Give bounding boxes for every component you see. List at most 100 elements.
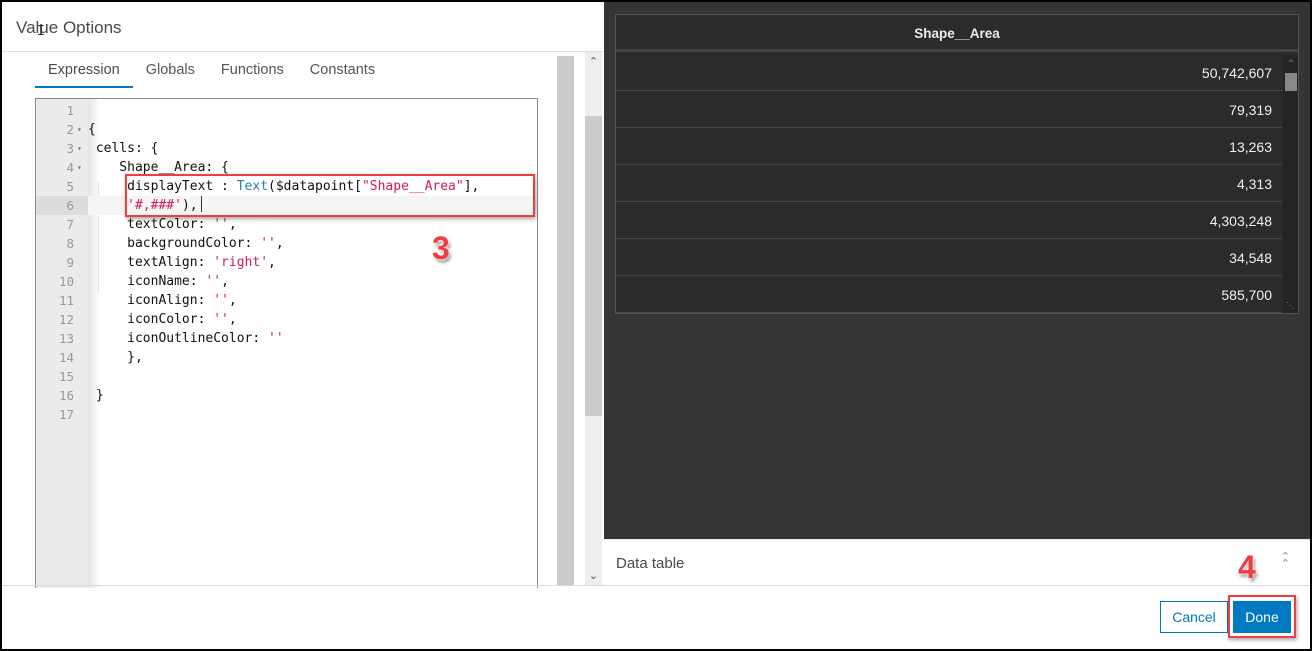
code-line[interactable]: 12 iconColor: '', [36, 310, 536, 329]
code-token: , [228, 293, 237, 308]
code-string-token: '' [213, 217, 229, 232]
line-background [88, 348, 537, 367]
table-row: 79,319 [616, 92, 1282, 128]
code-line[interactable]: 15 [36, 367, 536, 386]
code-token: } [88, 388, 104, 403]
code-token: , [268, 255, 276, 270]
code-text: textColor: '', [88, 215, 237, 234]
code-token: textAlign: [88, 255, 214, 270]
code-line[interactable]: 10 iconName: '', [36, 272, 536, 291]
scroll-up-icon[interactable]: ⌃ [1283, 59, 1298, 73]
fold-arrow-icon[interactable]: ▾ [77, 158, 82, 177]
table-row: 4,303,248 [616, 203, 1282, 239]
text-cursor-icon: I [37, 24, 45, 39]
code-token: cells: { [88, 141, 159, 156]
code-token: iconColor: [88, 312, 214, 327]
code-token: Shape__Area: { [88, 160, 229, 175]
code-string-token: '' [213, 293, 229, 308]
editor-scroll-track[interactable] [557, 56, 574, 586]
code-token: backgroundColor: [88, 236, 261, 251]
code-line[interactable]: 7 textColor: '', [36, 215, 536, 234]
code-line[interactable]: 16 } [36, 386, 536, 405]
panel-scrollbar[interactable]: ⌃ ⌄ [585, 52, 602, 586]
code-token: , [228, 217, 237, 232]
code-line[interactable]: 11 iconAlign: '', [36, 291, 536, 310]
tab-constants[interactable]: Constants [297, 54, 388, 88]
table-row: 4,313 [616, 166, 1282, 202]
line-number: 14 [58, 350, 74, 365]
code-token: { [88, 122, 96, 137]
line-number: 6 [36, 196, 88, 215]
double-chevron-up-icon[interactable]: ⌃ ⌃ [1281, 552, 1290, 570]
code-string-token: '' [205, 274, 222, 289]
code-editor[interactable]: 1 2 ▾{3 ▾ cells: {4 ▾ Shape__Area: {5 displa… [35, 98, 538, 588]
table-row: 585,700 [616, 277, 1282, 313]
line-background [88, 367, 537, 386]
code-token: , [221, 274, 229, 289]
tab-expression[interactable]: Expression [35, 54, 133, 88]
code-text: { [88, 120, 96, 139]
code-token: , [275, 236, 284, 251]
line-number: 8 [66, 236, 74, 251]
cancel-button[interactable]: Cancel [1160, 601, 1228, 633]
code-text: iconColor: '', [88, 310, 237, 329]
code-line[interactable]: 2 ▾{ [36, 120, 536, 139]
annotation-highlight-box-4 [1228, 595, 1296, 638]
panel-scroll-thumb[interactable] [585, 116, 602, 416]
code-text: }, [88, 348, 143, 367]
annotation-highlight-box-3 [125, 174, 535, 217]
code-string-token: '' [260, 236, 276, 251]
code-line[interactable]: 9 textAlign: 'right', [36, 253, 536, 272]
preview-table: Shape__Area 50,742,607 79,319 13,263 4,3… [615, 14, 1299, 314]
table-row: 13,263 [616, 129, 1282, 165]
code-text: iconOutlineColor: '' [88, 329, 284, 348]
footer-divider [604, 585, 1310, 586]
line-number: 12 [58, 312, 74, 327]
line-background [88, 120, 537, 139]
code-token: }, [88, 350, 143, 365]
code-text: iconAlign: '', [88, 291, 237, 310]
line-background [88, 101, 537, 120]
tab-globals[interactable]: Globals [133, 54, 208, 88]
code-token: textColor: [88, 217, 214, 232]
table-scrollbar[interactable]: ⌃ [1283, 55, 1298, 313]
fold-arrow-icon[interactable]: ▾ [77, 139, 82, 158]
code-token: iconName: [88, 274, 206, 289]
title-divider [2, 51, 604, 52]
code-string-token: '' [213, 312, 229, 327]
line-number: 7 [66, 217, 74, 232]
line-number: 5 [66, 179, 74, 194]
table-scroll-thumb[interactable] [1285, 73, 1297, 91]
code-line[interactable]: 1 [36, 101, 536, 120]
code-text: } [88, 386, 104, 405]
line-number: 1 [66, 103, 74, 118]
table-row: 50,742,607 [616, 55, 1282, 91]
code-token: iconAlign: [88, 293, 214, 308]
code-text: textAlign: 'right', [88, 253, 276, 272]
code-line[interactable]: 13 iconOutlineColor: '' [36, 329, 536, 348]
table-row: 34,548 [616, 240, 1282, 276]
code-line[interactable]: 17 [36, 405, 536, 424]
column-header[interactable]: Shape__Area [616, 15, 1298, 52]
data-table-bar[interactable]: Data table ⌃ ⌃ [604, 539, 1310, 585]
line-number: 15 [58, 369, 74, 384]
data-table-label: Data table [616, 555, 685, 572]
code-line[interactable]: 3 ▾ cells: { [36, 139, 536, 158]
code-line[interactable]: 8 backgroundColor: '', [36, 234, 536, 253]
tab-functions[interactable]: Functions [208, 54, 297, 88]
resize-grip-icon[interactable]: ⋱ [1286, 301, 1296, 311]
dialog-title: Value Options [16, 18, 122, 37]
code-token: , [228, 312, 237, 327]
line-number: 17 [58, 407, 74, 422]
line-number: 9 [66, 255, 74, 270]
scroll-down-icon[interactable]: ⌄ [585, 568, 602, 584]
line-number: 16 [58, 388, 74, 403]
annotation-step-3: 3 [432, 230, 450, 266]
line-background [88, 386, 537, 405]
scroll-up-icon[interactable]: ⌃ [585, 54, 602, 70]
fold-arrow-icon[interactable]: ▾ [77, 120, 82, 139]
code-line[interactable]: 14 }, [36, 348, 536, 367]
expression-panel: Value Options I Expression Globals Funct… [2, 2, 604, 588]
code-text: cells: { [88, 139, 159, 158]
line-background [88, 405, 537, 424]
